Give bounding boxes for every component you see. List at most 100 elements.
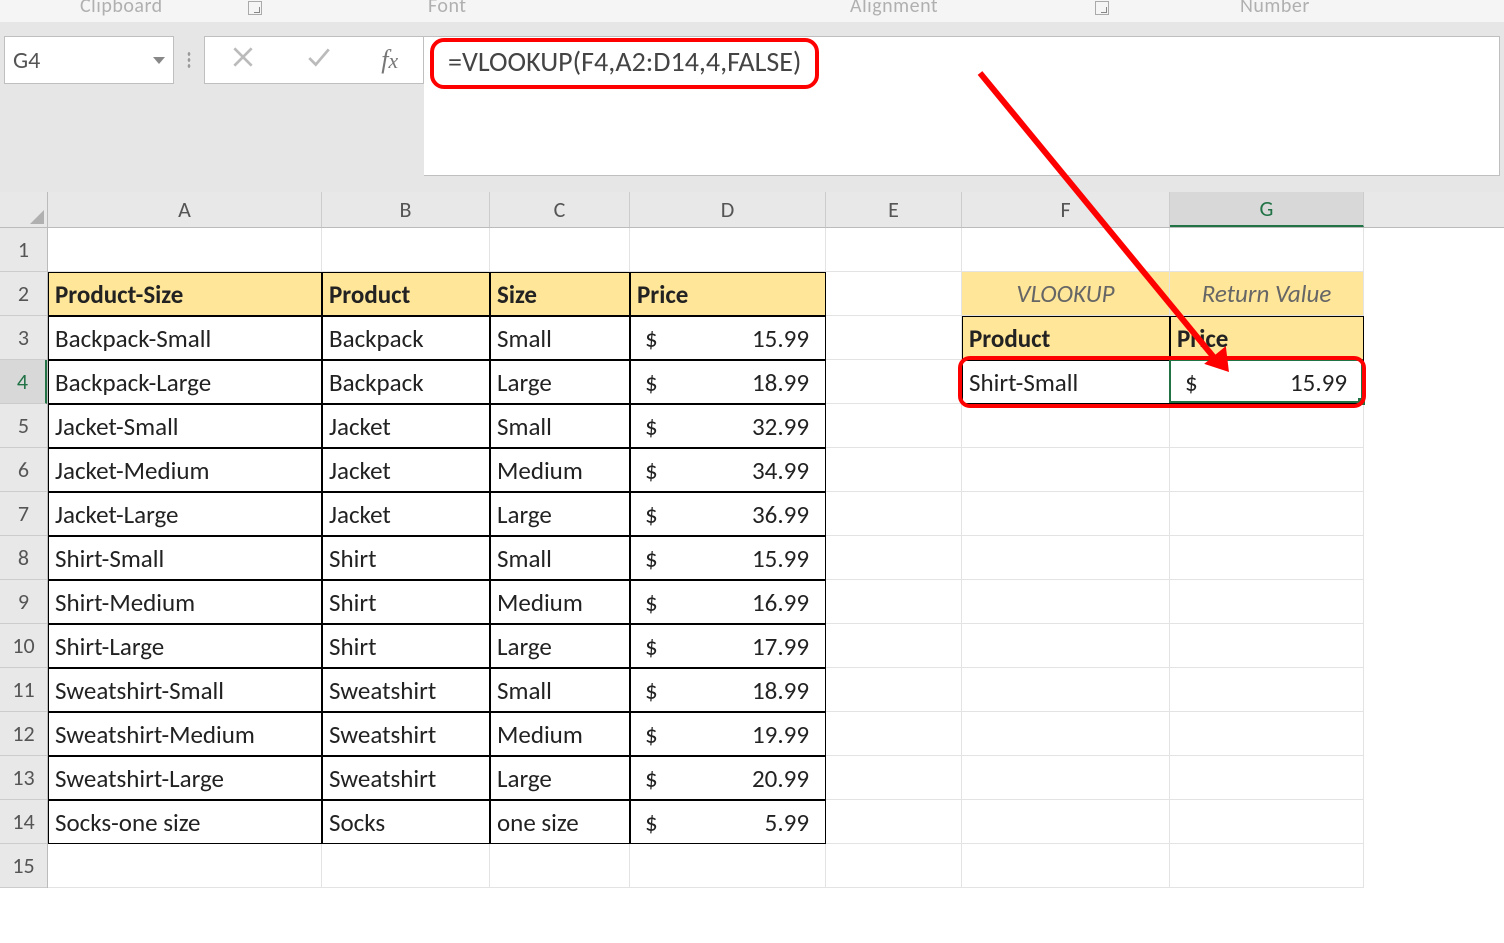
cell-B3[interactable]: Backpack [322,316,490,360]
cell-E15[interactable] [826,844,962,888]
cell-G5[interactable] [1170,404,1364,448]
cell-D5[interactable]: $32.99 [630,404,826,448]
cell-D1[interactable] [630,228,826,272]
cell-F13[interactable] [962,756,1170,800]
row-header-7[interactable]: 7 [0,492,47,536]
row-header-13[interactable]: 13 [0,756,47,800]
cell-E2[interactable] [826,272,962,316]
cell-D2[interactable]: Price [630,272,826,316]
cell-B10[interactable]: Shirt [322,624,490,668]
cell-E6[interactable] [826,448,962,492]
cell-G2[interactable]: Return Value [1170,272,1364,316]
row-header-9[interactable]: 9 [0,580,47,624]
cell-D9[interactable]: $16.99 [630,580,826,624]
cell-B2[interactable]: Product [322,272,490,316]
select-all-corner[interactable] [0,192,48,228]
cell-C12[interactable]: Medium [490,712,630,756]
cell-B14[interactable]: Socks [322,800,490,844]
cell-E4[interactable] [826,360,962,404]
cell-D11[interactable]: $18.99 [630,668,826,712]
cell-G8[interactable] [1170,536,1364,580]
column-header-A[interactable]: A [48,192,322,227]
cell-B6[interactable]: Jacket [322,448,490,492]
cell-B15[interactable] [322,844,490,888]
cell-C11[interactable]: Small [490,668,630,712]
cell-C10[interactable]: Large [490,624,630,668]
cell-C7[interactable]: Large [490,492,630,536]
cell-D8[interactable]: $15.99 [630,536,826,580]
cell-G12[interactable] [1170,712,1364,756]
cell-G10[interactable] [1170,624,1364,668]
row-header-5[interactable]: 5 [0,404,47,448]
cell-D3[interactable]: $15.99 [630,316,826,360]
cell-F3[interactable]: Product [962,316,1170,360]
cell-F7[interactable] [962,492,1170,536]
row-header-1[interactable]: 1 [0,228,47,272]
cell-F6[interactable] [962,448,1170,492]
cell-A4[interactable]: Backpack-Large [48,360,322,404]
cell-F11[interactable] [962,668,1170,712]
cell-G4[interactable]: $15.99 [1170,360,1364,404]
cell-E13[interactable] [826,756,962,800]
cell-C6[interactable]: Medium [490,448,630,492]
cell-E10[interactable] [826,624,962,668]
cell-F2[interactable]: VLOOKUP [962,272,1170,316]
cell-D12[interactable]: $19.99 [630,712,826,756]
cell-A8[interactable]: Shirt-Small [48,536,322,580]
spreadsheet-grid[interactable]: ABCDEFG 123456789101112131415 Product-Si… [0,192,1504,943]
cell-C3[interactable]: Small [490,316,630,360]
cell-G7[interactable] [1170,492,1364,536]
column-header-F[interactable]: F [962,192,1170,227]
cell-D15[interactable] [630,844,826,888]
cell-E9[interactable] [826,580,962,624]
cell-F8[interactable] [962,536,1170,580]
cell-E1[interactable] [826,228,962,272]
cell-B12[interactable]: Sweatshirt [322,712,490,756]
cell-B8[interactable]: Shirt [322,536,490,580]
row-header-15[interactable]: 15 [0,844,47,888]
dialog-launcher-icon[interactable] [248,1,262,15]
cell-C13[interactable]: Large [490,756,630,800]
cell-A9[interactable]: Shirt-Medium [48,580,322,624]
cell-D10[interactable]: $17.99 [630,624,826,668]
row-header-8[interactable]: 8 [0,536,47,580]
row-header-6[interactable]: 6 [0,448,47,492]
column-header-G[interactable]: G [1170,192,1364,227]
cell-E5[interactable] [826,404,962,448]
cell-G11[interactable] [1170,668,1364,712]
cell-A14[interactable]: Socks-one size [48,800,322,844]
cell-B5[interactable]: Jacket [322,404,490,448]
cell-B11[interactable]: Sweatshirt [322,668,490,712]
cancel-icon[interactable] [230,43,256,78]
enter-icon[interactable] [306,43,332,78]
cell-F9[interactable] [962,580,1170,624]
cell-E14[interactable] [826,800,962,844]
cell-A1[interactable] [48,228,322,272]
column-header-D[interactable]: D [630,192,826,227]
cell-B7[interactable]: Jacket [322,492,490,536]
cell-F10[interactable] [962,624,1170,668]
cell-F1[interactable] [962,228,1170,272]
cell-C1[interactable] [490,228,630,272]
cell-B4[interactable]: Backpack [322,360,490,404]
cell-F12[interactable] [962,712,1170,756]
row-header-4[interactable]: 4 [0,360,47,404]
fx-icon[interactable]: fx [381,45,398,75]
split-handle[interactable] [174,36,204,84]
cell-A6[interactable]: Jacket-Medium [48,448,322,492]
cell-F4[interactable]: Shirt-Small [962,360,1170,404]
column-header-E[interactable]: E [826,192,962,227]
cell-C15[interactable] [490,844,630,888]
cell-A13[interactable]: Sweatshirt-Large [48,756,322,800]
row-header-12[interactable]: 12 [0,712,47,756]
row-headers[interactable]: 123456789101112131415 [0,228,48,888]
cell-D6[interactable]: $34.99 [630,448,826,492]
cell-F15[interactable] [962,844,1170,888]
cell-A12[interactable]: Sweatshirt-Medium [48,712,322,756]
cell-B1[interactable] [322,228,490,272]
formula-input[interactable]: =VLOOKUP(F4,A2:D14,4,FALSE) [424,36,1500,176]
cell-B9[interactable]: Shirt [322,580,490,624]
cell-B13[interactable]: Sweatshirt [322,756,490,800]
cell-E11[interactable] [826,668,962,712]
cell-D13[interactable]: $20.99 [630,756,826,800]
